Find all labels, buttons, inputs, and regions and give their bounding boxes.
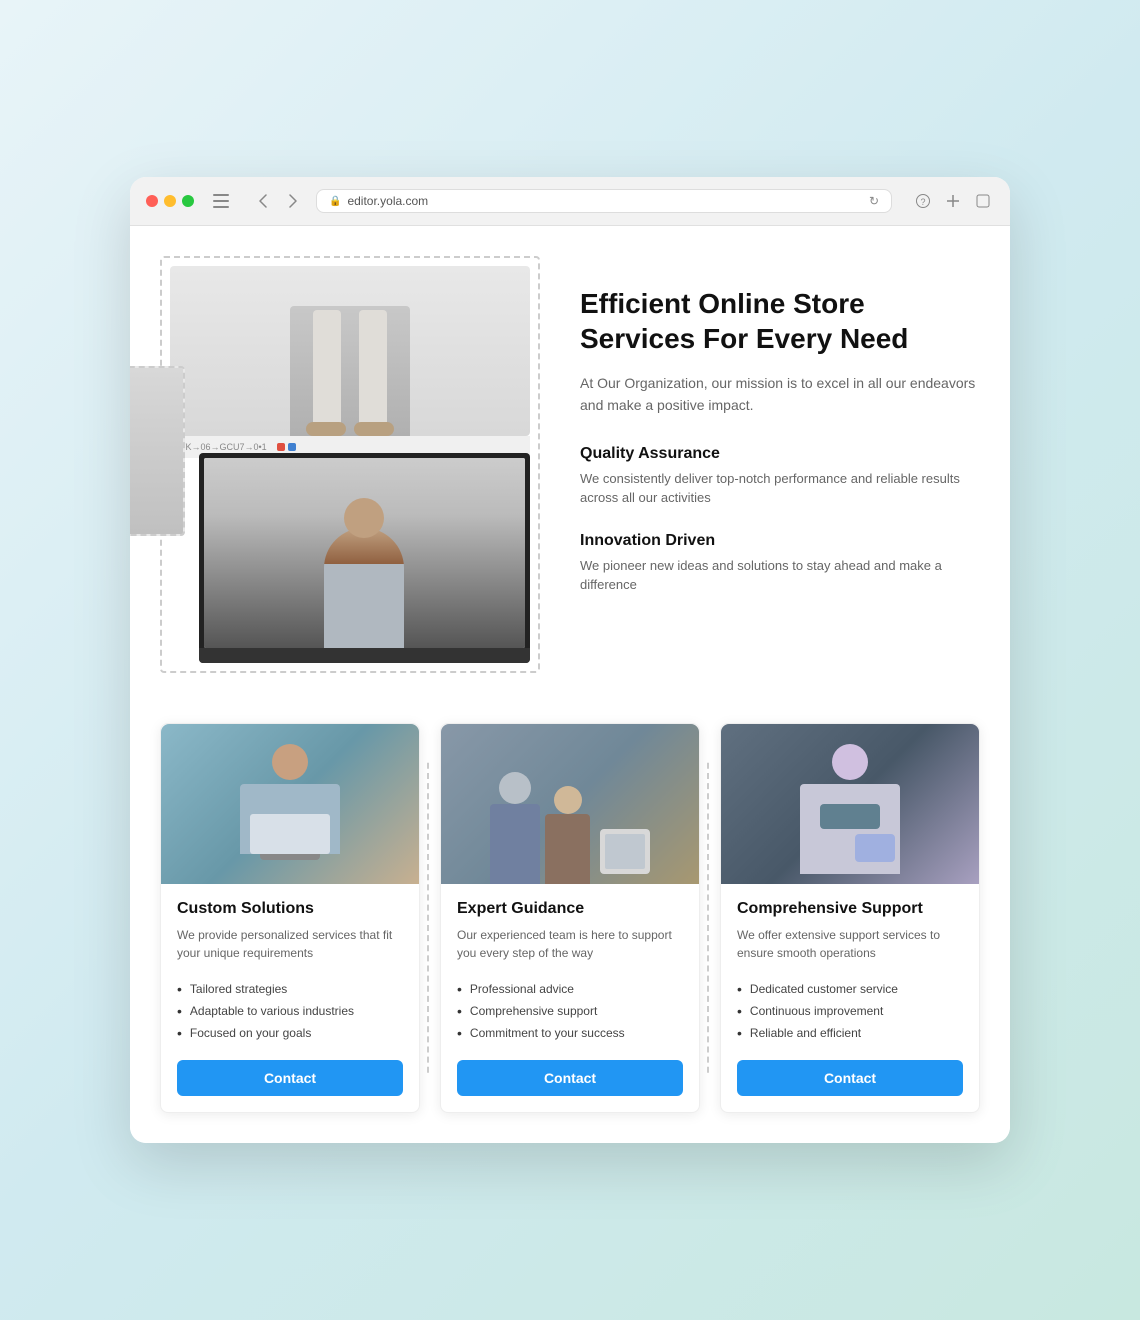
browser-bar: 🔒 editor.yola.com ↻ ? [130,177,1010,226]
card-body-expert-guidance: Expert Guidance Our experienced team is … [441,884,699,1112]
list-item: Focused on your goals [177,1022,403,1044]
browser-navigation [252,190,304,212]
url-bar[interactable]: 🔒 editor.yola.com ↻ [316,189,892,213]
product-image-top [170,266,530,436]
card-body-custom-solutions: Custom Solutions We provide personalized… [161,884,419,1112]
list-item: Reliable and efficient [737,1022,963,1044]
card-image-custom-solutions [161,724,419,884]
share-button[interactable] [972,190,994,212]
feature-quality-title: Quality Assurance [580,445,980,463]
list-item: Continuous improvement [737,1000,963,1022]
list-item: Comprehensive support [457,1000,683,1022]
cards-section: Custom Solutions We provide personalized… [160,723,980,1113]
card-custom-solutions: Custom Solutions We provide personalized… [160,723,420,1113]
maximize-button[interactable] [182,195,194,207]
card-title-comprehensive-support: Comprehensive Support [737,900,963,918]
card-expert-guidance: Expert Guidance Our experienced team is … [440,723,700,1113]
browser-window: 🔒 editor.yola.com ↻ ? [130,177,1010,1143]
hero-section: FK→06→GCU7→0•1 [160,256,980,673]
feature-quality-desc: We consistently deliver top-notch perfor… [580,469,980,508]
lock-icon: 🔒 [329,196,341,207]
feature-innovation-title: Innovation Driven [580,532,980,550]
hero-images: FK→06→GCU7→0•1 [160,256,540,673]
page-content: FK→06→GCU7→0•1 [130,226,1010,1143]
sidebar-toggle-button[interactable] [210,190,232,212]
list-item: Commitment to your success [457,1022,683,1044]
hero-subtitle: At Our Organization, our mission is to e… [580,372,980,417]
contact-button-comprehensive-support[interactable]: Contact [737,1060,963,1096]
traffic-lights [146,195,194,207]
hero-title: Efficient Online Store Services For Ever… [580,286,980,356]
feature-quality: Quality Assurance We consistently delive… [580,445,980,508]
dashed-separator-2 [707,763,709,1073]
browser-actions: ? [912,190,994,212]
forward-button[interactable] [282,190,304,212]
back-button[interactable] [252,190,274,212]
list-item: Dedicated customer service [737,978,963,1000]
url-text: editor.yola.com [347,194,428,208]
card-list-expert-guidance: Professional advice Comprehensive suppor… [457,978,683,1044]
question-button[interactable]: ? [912,190,934,212]
card-title-expert-guidance: Expert Guidance [457,900,683,918]
hero-image-container: FK→06→GCU7→0•1 [160,256,540,673]
list-item: Tailored strategies [177,978,403,1000]
card-comprehensive-support: Comprehensive Support We offer extensive… [720,723,980,1113]
card-desc-expert-guidance: Our experienced team is here to support … [457,926,683,962]
minimize-button[interactable] [164,195,176,207]
card-list-comprehensive-support: Dedicated customer service Continuous im… [737,978,963,1044]
image-collage: FK→06→GCU7→0•1 [170,266,530,663]
product-info-text: FK→06→GCU7→0•1 [180,442,267,452]
svg-text:?: ? [920,197,925,207]
card-list-custom-solutions: Tailored strategies Adaptable to various… [177,978,403,1044]
list-item: Professional advice [457,978,683,1000]
dashed-separator-1 [427,763,429,1073]
card-image-expert-guidance [441,724,699,884]
add-tab-button[interactable] [942,190,964,212]
list-item: Adaptable to various industries [177,1000,403,1022]
close-button[interactable] [146,195,158,207]
contact-button-custom-solutions[interactable]: Contact [177,1060,403,1096]
card-title-custom-solutions: Custom Solutions [177,900,403,918]
card-body-comprehensive-support: Comprehensive Support We offer extensive… [721,884,979,1112]
reload-icon[interactable]: ↻ [869,194,879,208]
card-image-comprehensive-support [721,724,979,884]
feature-innovation-desc: We pioneer new ideas and solutions to st… [580,556,980,595]
laptop-image [199,453,530,663]
contact-button-expert-guidance[interactable]: Contact [457,1060,683,1096]
feature-innovation: Innovation Driven We pioneer new ideas a… [580,532,980,595]
card-desc-comprehensive-support: We offer extensive support services to e… [737,926,963,962]
hero-text: Efficient Online Store Services For Ever… [580,256,980,619]
floating-left-panel [130,366,185,536]
card-desc-custom-solutions: We provide personalized services that fi… [177,926,403,962]
